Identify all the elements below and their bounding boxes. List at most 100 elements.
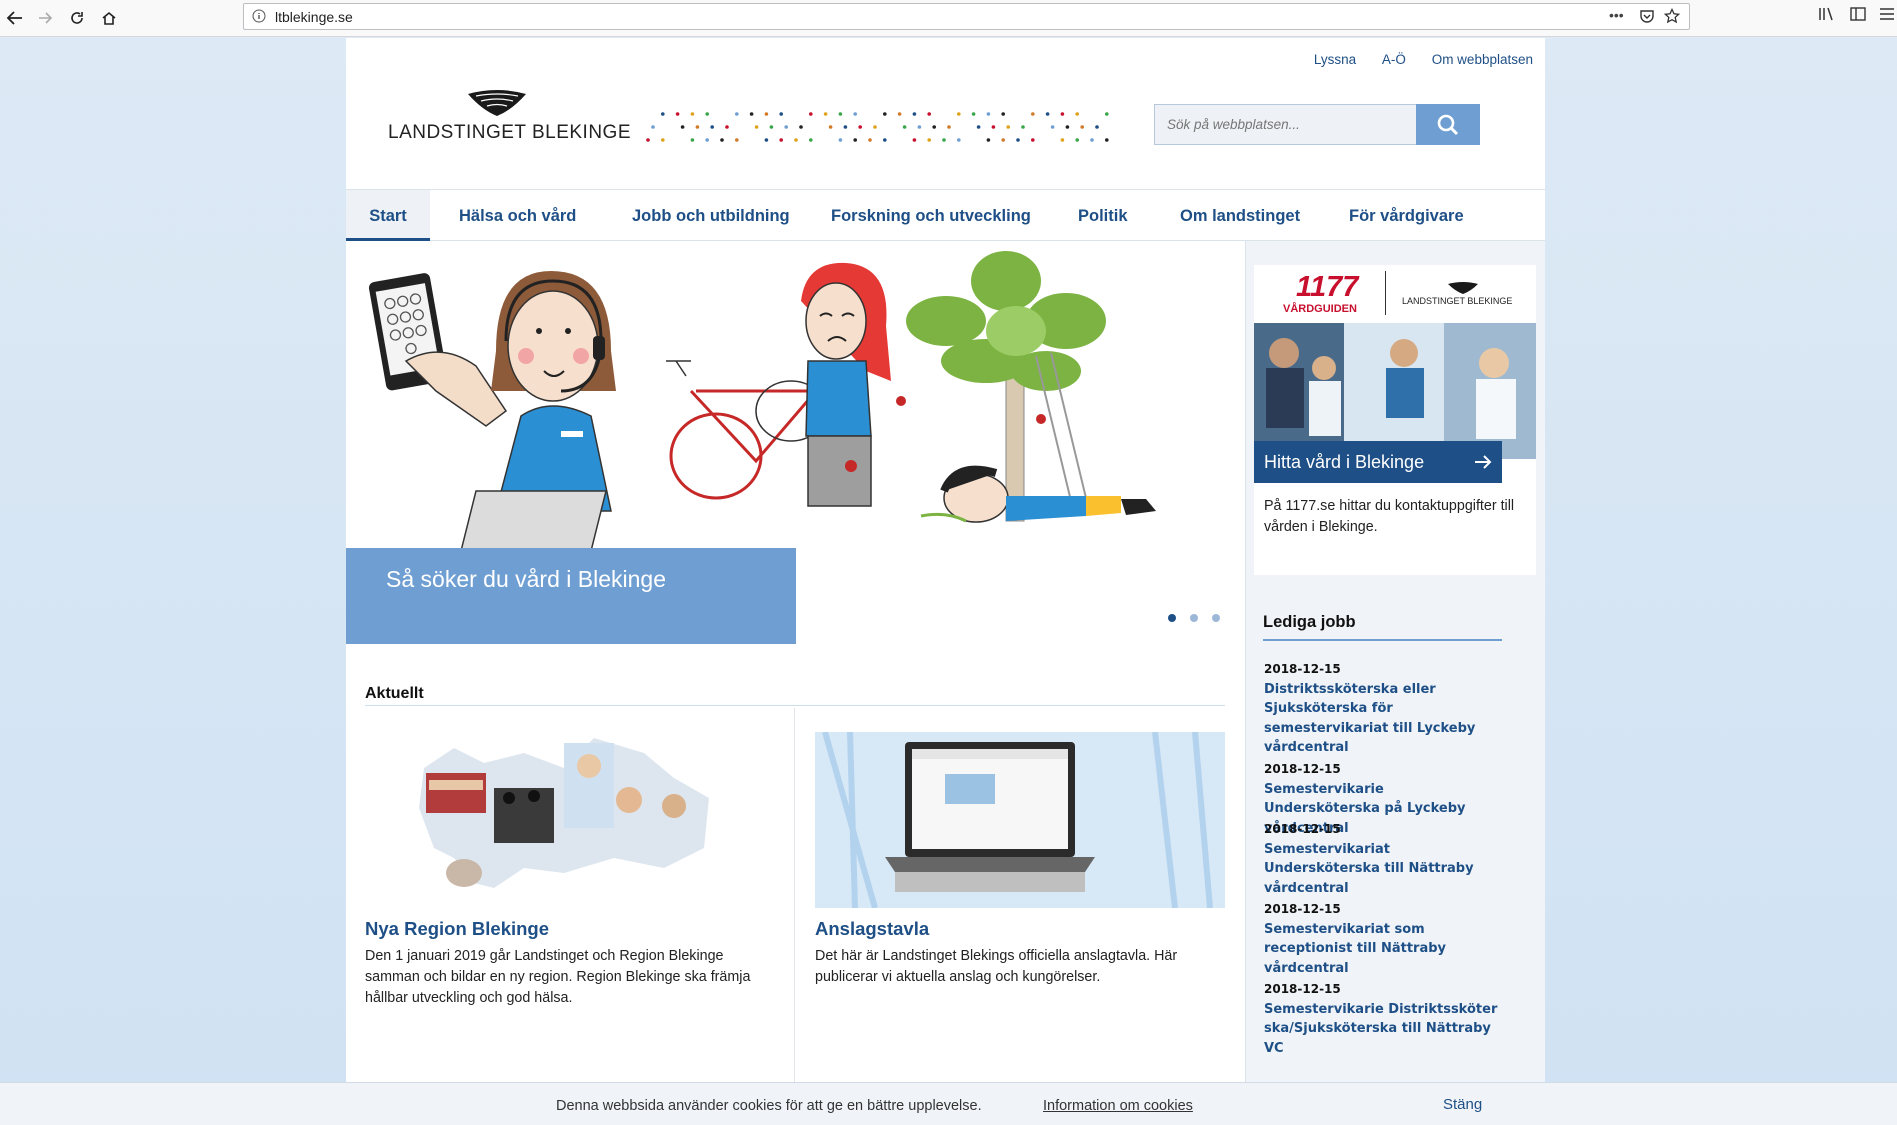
main-navigation: Start Hälsa och vård Jobb och utbildning… — [346, 189, 1545, 241]
decor-dot — [1031, 112, 1035, 116]
logo-text: LANDSTINGET BLEKINGE — [388, 122, 631, 143]
bookmark-star-icon[interactable] — [1664, 8, 1680, 24]
decor-dot — [690, 112, 695, 116]
library-icon[interactable] — [1817, 5, 1835, 23]
decor-dot — [1060, 138, 1065, 142]
vardguiden-header: 1177 VÅRDGUIDEN LANDSTINGET BLEKINGE — [1254, 265, 1536, 323]
decor-dot — [823, 112, 828, 116]
decor-dot — [1050, 125, 1055, 129]
pocket-icon[interactable] — [1639, 8, 1655, 24]
decor-dot — [695, 125, 700, 129]
back-button[interactable] — [2, 5, 28, 31]
decor-dot — [661, 112, 665, 116]
job-item[interactable]: 2018-12-15 Distriktssköterska eller Sjuk… — [1264, 660, 1504, 758]
sidebar-icon[interactable] — [1849, 5, 1867, 23]
carousel-dot-3[interactable] — [1212, 614, 1220, 622]
column-divider — [794, 708, 795, 1082]
decor-dot — [897, 112, 902, 116]
forward-button[interactable] — [32, 5, 58, 31]
nav-politik[interactable]: Politik — [1078, 190, 1128, 241]
decor-dot — [912, 138, 917, 142]
decor-dot — [675, 112, 680, 116]
nav-halsa-och-vard[interactable]: Hälsa och vård — [459, 190, 576, 241]
job-title[interactable]: Semestervikariat som receptionist till N… — [1264, 922, 1446, 976]
decor-dot — [1001, 112, 1005, 116]
decor-dot — [912, 112, 917, 116]
a-o-link[interactable]: A-Ö — [1382, 52, 1406, 67]
job-title[interactable]: Semestervikarie Distriktssköterska/Sjuks… — [1264, 1000, 1503, 1059]
logo-emblem-icon — [468, 90, 526, 116]
hero-carousel[interactable]: Så söker du vård i Blekinge — [346, 241, 1245, 644]
region-blekinge-image[interactable] — [414, 728, 724, 908]
decor-dot — [720, 138, 724, 142]
anslagstavla-image[interactable] — [815, 732, 1225, 908]
hitta-vard-link[interactable]: Hitta vård i Blekinge — [1254, 441, 1502, 483]
address-bar[interactable]: ltblekinge.se ••• — [243, 3, 1690, 30]
search-button[interactable] — [1416, 104, 1480, 145]
decor-dot — [1031, 138, 1035, 142]
news-card-1-text: Den 1 januari 2019 går Landstinget och R… — [365, 948, 751, 1006]
carousel-dots — [1168, 609, 1234, 627]
decor-dot — [1060, 112, 1065, 116]
decor-dot — [1045, 112, 1050, 116]
decor-dot — [764, 112, 769, 116]
decor-dot — [1001, 138, 1005, 142]
url-text[interactable]: ltblekinge.se — [275, 9, 353, 25]
cookie-message: Denna webbsida använder cookies för att … — [556, 1098, 982, 1114]
decor-dot — [725, 125, 729, 129]
job-date: 2018-12-15 — [1264, 662, 1341, 676]
decor-dot — [779, 138, 783, 142]
vardguiden-text: På 1177.se hittar du kontaktuppgifter ti… — [1264, 498, 1515, 535]
decor-dot — [799, 125, 803, 129]
decor-dot — [976, 125, 981, 129]
decor-dot — [809, 138, 813, 142]
job-title[interactable]: Distriktssköterska eller Sjuksköterska f… — [1264, 682, 1475, 756]
carousel-dot-2[interactable] — [1190, 614, 1198, 622]
carousel-dot-1[interactable] — [1168, 614, 1176, 622]
nav-jobb-och-utbildning[interactable]: Jobb och utbildning — [632, 190, 790, 241]
menu-icon[interactable] — [1879, 5, 1895, 23]
decor-dot — [794, 138, 798, 142]
search-form — [1154, 104, 1480, 145]
job-date: 2018-12-15 — [1264, 902, 1341, 916]
home-button[interactable] — [96, 5, 122, 31]
jobs-heading: Lediga jobb — [1263, 613, 1356, 631]
job-item[interactable]: 2018-12-15 Semestervikarie Distriktssköt… — [1264, 980, 1503, 1058]
cookie-close-button[interactable]: Stäng — [1443, 1096, 1482, 1113]
decor-dot — [986, 138, 991, 142]
job-date: 2018-12-15 — [1264, 822, 1341, 836]
listen-link[interactable]: Lyssna — [1314, 52, 1356, 67]
decor-dot — [1075, 112, 1079, 116]
decor-dot — [858, 125, 862, 129]
decor-dot — [1105, 138, 1109, 142]
page-actions-icon[interactable]: ••• — [1609, 7, 1624, 23]
job-date: 2018-12-15 — [1264, 762, 1341, 776]
decor-dot — [809, 112, 813, 116]
decor-dot — [932, 125, 936, 129]
decor-dot — [838, 138, 843, 142]
decor-dot — [735, 138, 739, 142]
partner-emblem-icon — [1448, 282, 1478, 294]
decor-dot — [749, 112, 754, 116]
nav-for-vardgivare[interactable]: För vårdgivare — [1349, 190, 1464, 241]
decor-dot — [947, 125, 951, 129]
nav-om-landstinget[interactable]: Om landstinget — [1180, 190, 1300, 241]
news-card-1-title[interactable]: Nya Region Blekinge — [365, 918, 549, 940]
job-item[interactable]: 2018-12-15 Semestervikariat som receptio… — [1264, 900, 1504, 978]
decor-dot — [902, 125, 907, 129]
nav-start[interactable]: Start — [346, 190, 430, 241]
hero-caption[interactable]: Så söker du vård i Blekinge — [346, 548, 796, 644]
job-item[interactable]: 2018-12-15 Semestervikariat Undersköters… — [1264, 820, 1504, 898]
decor-dot — [1080, 125, 1084, 129]
job-title[interactable]: Semestervikariat Undersköterska till Nät… — [1264, 842, 1474, 896]
decor-dot — [957, 138, 961, 142]
cookie-info-link[interactable]: Information om cookies — [1043, 1098, 1193, 1114]
decor-dot — [1090, 138, 1094, 142]
nav-forskning-och-utveckling[interactable]: Forskning och utveckling — [831, 190, 1031, 241]
info-icon[interactable] — [252, 9, 266, 23]
reload-button[interactable] — [64, 5, 90, 31]
decor-dot — [769, 125, 774, 129]
decor-dot — [883, 112, 887, 116]
about-site-link[interactable]: Om webbplatsen — [1432, 52, 1533, 67]
news-card-2-title[interactable]: Anslagstavla — [815, 918, 929, 940]
